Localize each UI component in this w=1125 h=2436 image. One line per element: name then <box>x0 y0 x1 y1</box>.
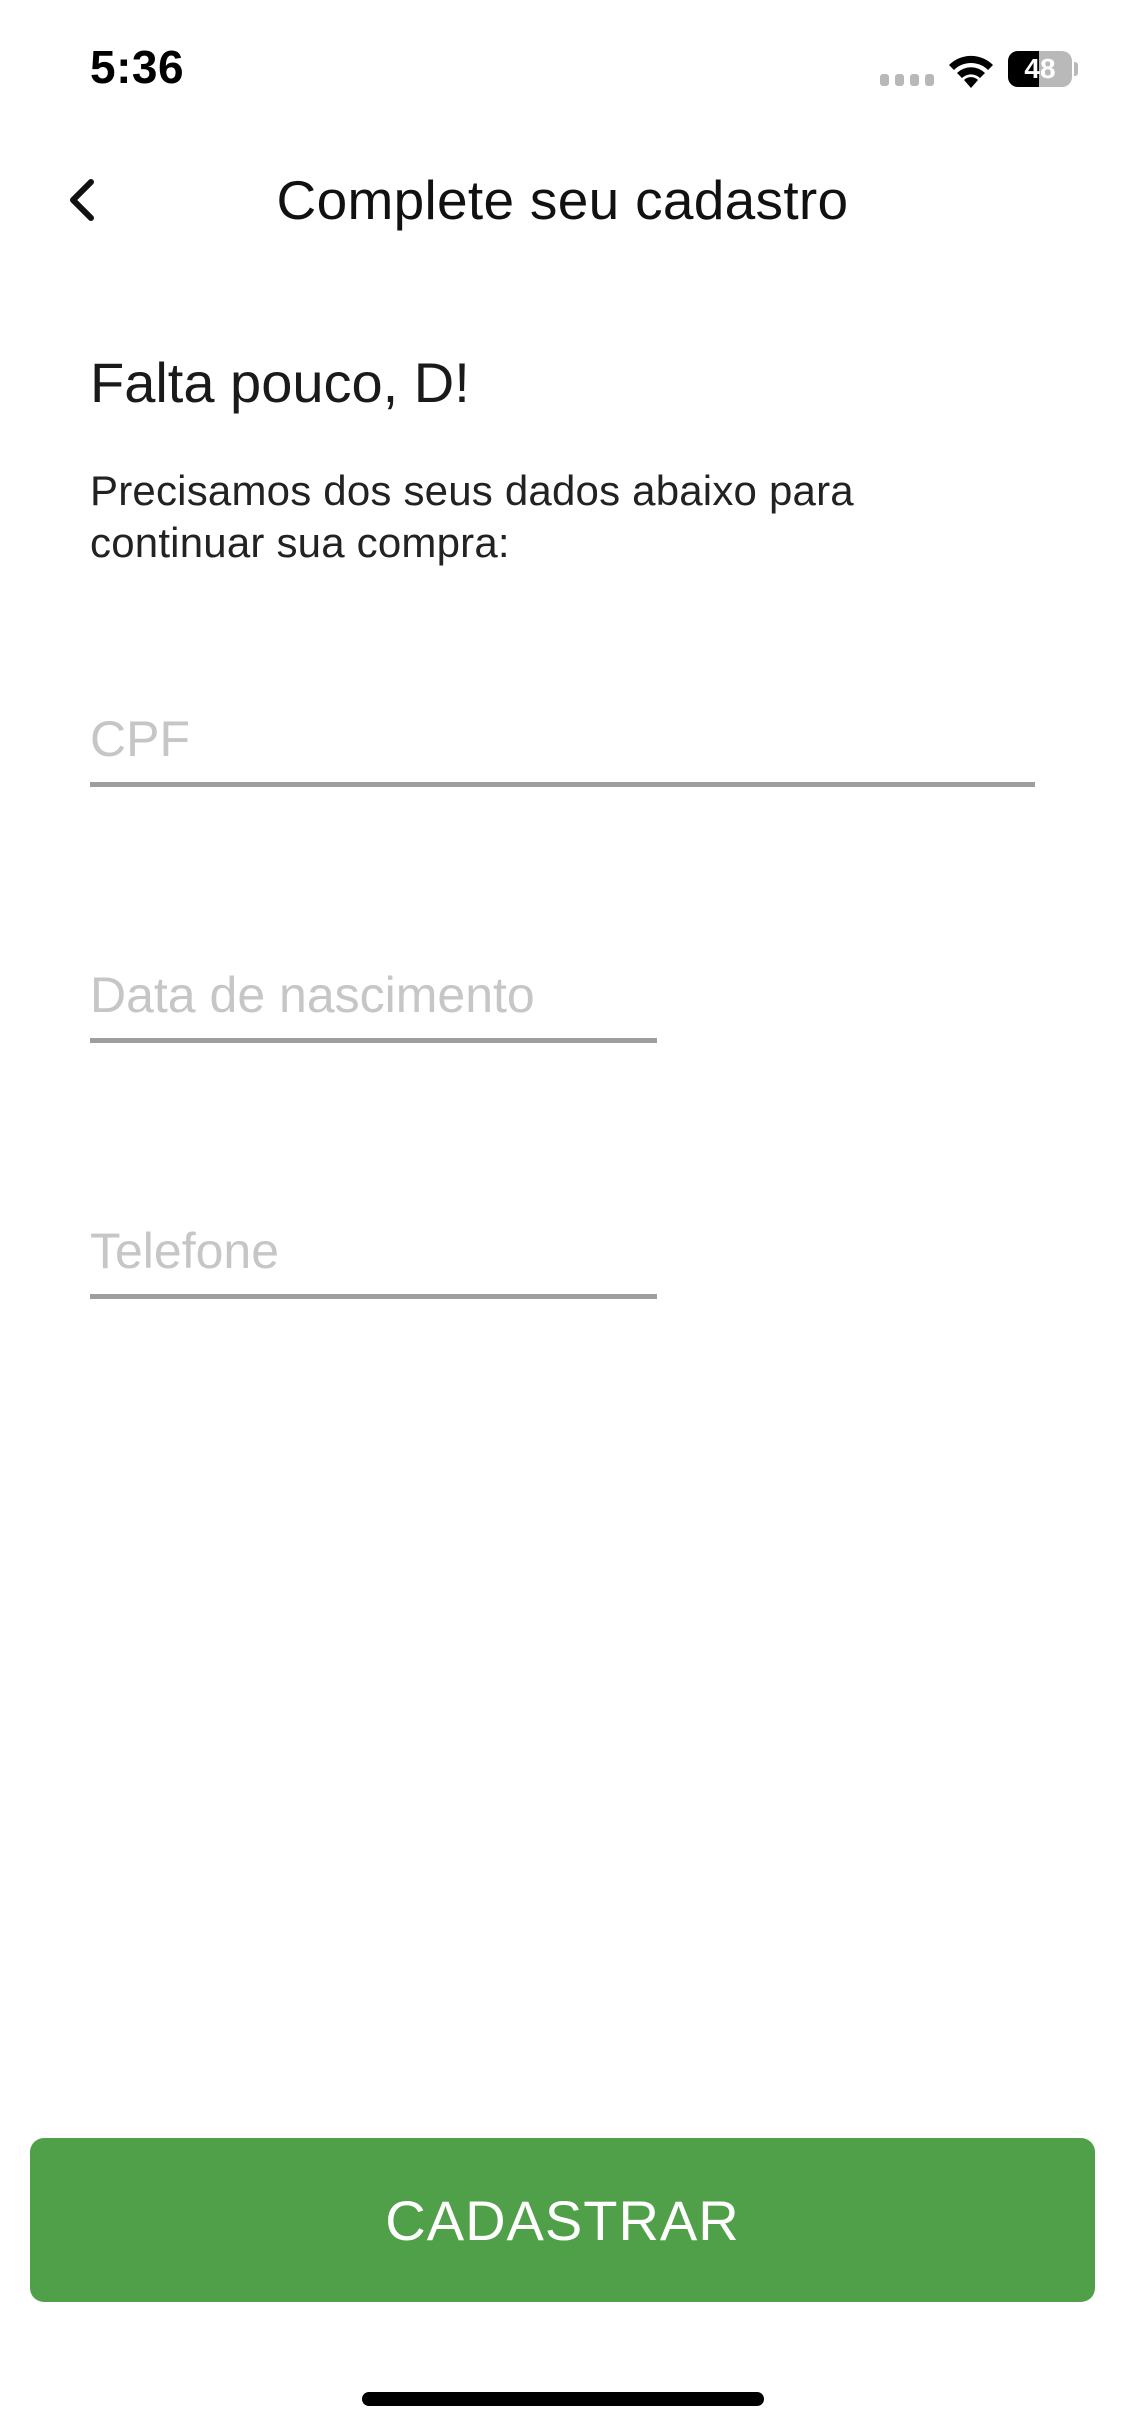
status-bar: 5:36 48 <box>0 0 1125 140</box>
intro-description: Precisamos dos seus dados abaixo para co… <box>90 467 854 566</box>
phone-input[interactable] <box>90 1222 657 1299</box>
status-time: 5:36 <box>90 41 185 93</box>
home-indicator[interactable] <box>362 2392 764 2406</box>
battery-icon: 48 <box>1008 51 1078 87</box>
cellular-signal-icon <box>880 72 936 86</box>
page-title: Complete seu cadastro <box>276 169 849 231</box>
wifi-icon <box>949 55 993 88</box>
register-button[interactable]: CADASTRAR <box>30 2138 1095 2302</box>
cpf-input[interactable] <box>90 710 1035 787</box>
battery-tip <box>1074 62 1078 76</box>
greeting-heading: Falta pouco, D! <box>90 351 470 414</box>
battery-level-label: 48 <box>1024 53 1056 84</box>
birth-date-input[interactable] <box>90 966 657 1043</box>
navigation-header: Complete seu cadastro <box>0 150 1125 250</box>
